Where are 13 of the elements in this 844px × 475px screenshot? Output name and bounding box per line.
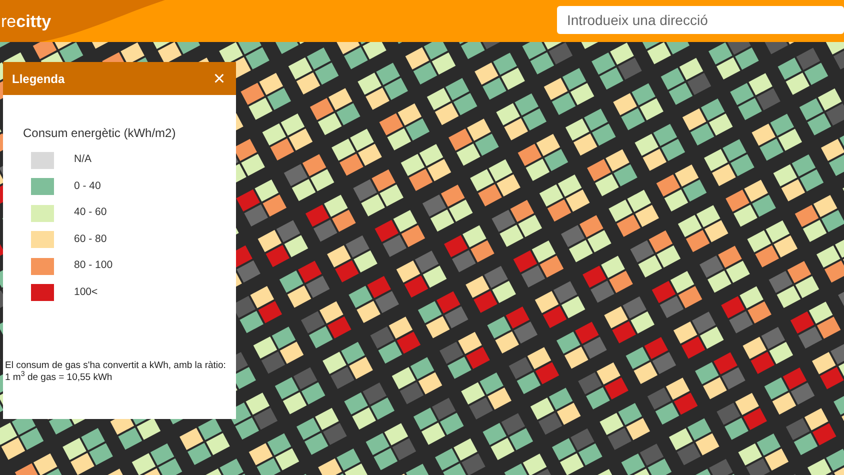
legend-title: Llegenda <box>12 70 65 88</box>
legend-label: 100< <box>74 284 98 300</box>
legend-label: 40 - 60 <box>74 205 107 220</box>
legend-label: 60 - 80 <box>74 232 107 247</box>
address-search-field[interactable]: Introdueix una direcció <box>557 6 844 34</box>
legend-label: 80 - 100 <box>74 258 113 274</box>
note-text: El consum de gas s'ha convertit a kWh, amb la ràtio: <box>5 360 226 371</box>
close-button[interactable]: × <box>211 68 227 88</box>
legend-label: 0 - 40 <box>74 178 101 194</box>
logo-text: recitty <box>1 12 52 32</box>
legend-heading: Consum energètic (kWh/m2) <box>23 125 177 142</box>
note-text: 1 m$^{3}$ de gas = 10,55 kWh <box>5 372 114 384</box>
legend-label: N/A <box>74 152 92 168</box>
